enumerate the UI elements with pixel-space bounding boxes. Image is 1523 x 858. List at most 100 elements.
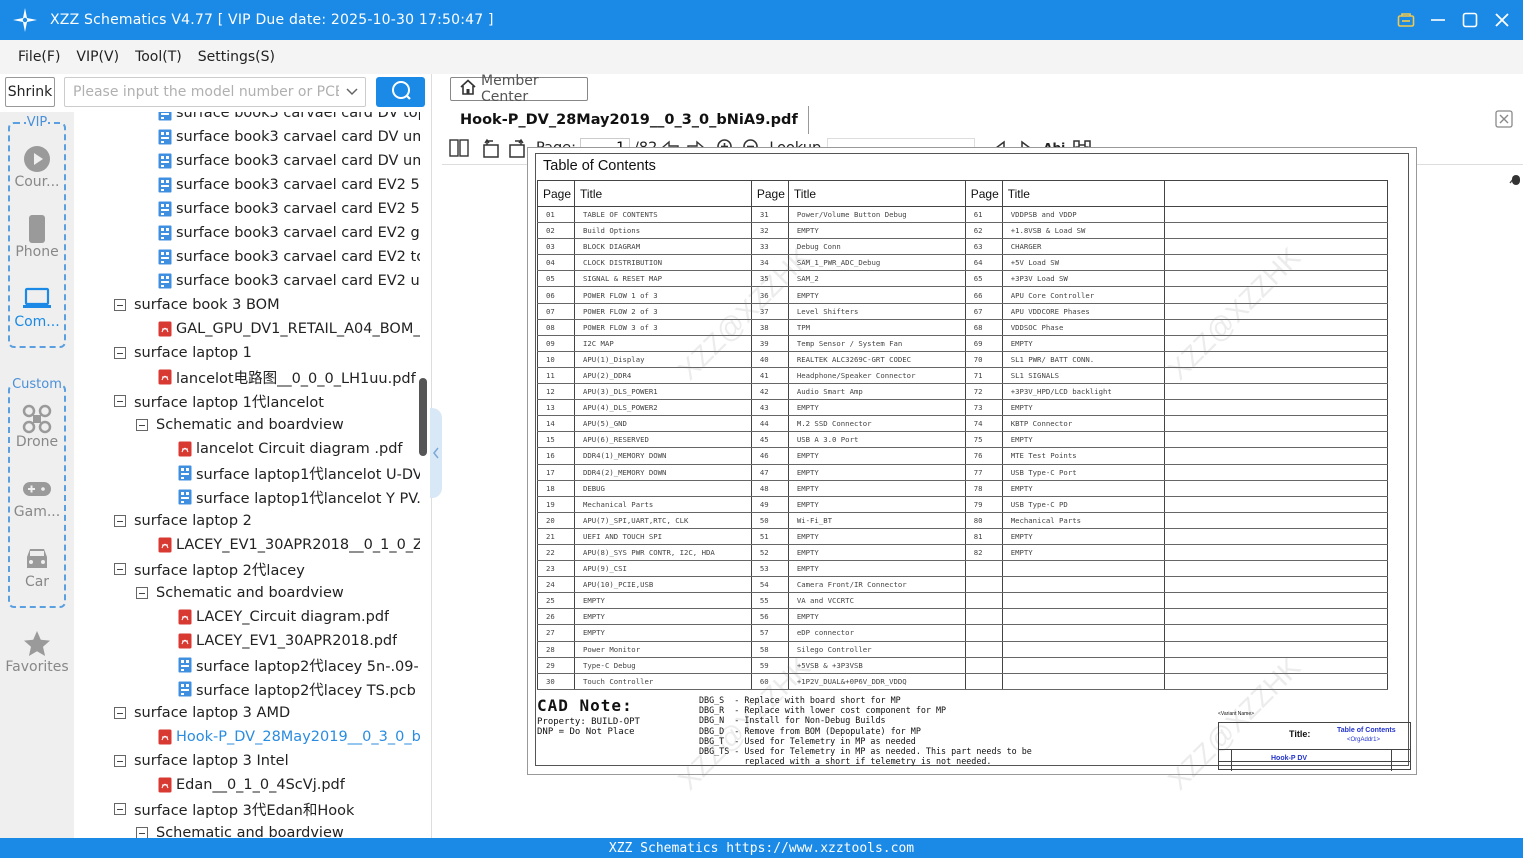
- toc-title-cell: BLOCK DIAGRAM: [573, 238, 752, 256]
- tree-file[interactable]: surface book3 carvael card DV uma_: [158, 149, 420, 173]
- maximize-button[interactable]: [1457, 7, 1483, 33]
- tree-file[interactable]: surface laptop2代lacey TS.pcb: [178, 677, 420, 701]
- category-drone[interactable]: Drone: [0, 404, 74, 450]
- phone-icon: [0, 214, 74, 244]
- tree-item-label: Edan__0_1_0_4ScVj.pdf: [176, 777, 345, 793]
- tree-file[interactable]: LACEY_EV1_30APR2018.pdf: [178, 629, 420, 653]
- tree-folder[interactable]: Schematic and boardview: [136, 581, 420, 605]
- tree-folder[interactable]: Schematic and boardview: [136, 413, 420, 437]
- tree-file[interactable]: LACEY_EV1_30APR2018__0_1_0_ZH9: [158, 533, 420, 557]
- toc-row: 22 APU(8)_SYS PWR CONTR, I2C, HDA 52 EMPTY 8…: [537, 544, 1389, 562]
- tree-file[interactable]: surface book3 carvael card DV top_n: [158, 112, 420, 125]
- toc-title-cell: Touch Controller: [573, 673, 752, 690]
- toc-page-cell: 66: [964, 286, 1003, 304]
- toc-row: 12 APU(3)_DLS_POWER1 42 Audio Smart Amp 72 +3…: [537, 383, 1389, 401]
- vip-card-icon[interactable]: [1393, 7, 1419, 33]
- tree-folder[interactable]: surface laptop 3 AMD: [114, 701, 420, 725]
- tree-file[interactable]: surface laptop1代lancelot U-DV 1: [178, 461, 420, 485]
- toc-page-cell: [964, 673, 1003, 690]
- tree-folder[interactable]: surface book 3 BOM: [114, 293, 420, 317]
- category-car[interactable]: Car: [0, 544, 74, 590]
- tree-file[interactable]: surface book3 carvael card EV2 top_r: [158, 245, 420, 269]
- model-search-input[interactable]: [65, 84, 339, 100]
- two-page-icon[interactable]: [448, 137, 470, 159]
- toc-title-cell: APU Core Controller: [1001, 286, 1165, 304]
- collapse-toggle-icon[interactable]: [114, 803, 126, 815]
- tree-file[interactable]: surface book3 carvael card EV2 5k-u: [158, 197, 420, 221]
- rotate-right-icon[interactable]: [506, 137, 528, 159]
- toc-page-cell: 59: [750, 657, 789, 674]
- toc-page-cell: 23: [537, 560, 575, 578]
- toc-page-cell: 29: [537, 657, 575, 674]
- tree-item-label: surface book3 carvael card DV top_n: [176, 112, 420, 121]
- collapse-toggle-icon[interactable]: [136, 827, 148, 838]
- toc-title-cell: EMPTY: [787, 464, 966, 481]
- tree-scrollbar[interactable]: [419, 378, 427, 456]
- tree-file[interactable]: surface book3 carvael card EV2 gpu_: [158, 221, 420, 245]
- tree-folder[interactable]: surface laptop 2代lacey: [114, 557, 420, 581]
- viewer-scrollbar[interactable]: [1512, 175, 1520, 185]
- category-phone[interactable]: Phone: [0, 214, 74, 260]
- category-game[interactable]: Gam...: [0, 474, 74, 520]
- tree-folder[interactable]: surface laptop 1: [114, 341, 420, 365]
- collapse-toggle-icon[interactable]: [136, 419, 148, 431]
- toc-title-cell: Power/Volume Button Debug: [787, 206, 966, 224]
- collapse-toggle-icon[interactable]: [114, 515, 126, 527]
- tree-folder[interactable]: surface laptop 3代Edan和Hook: [114, 797, 420, 821]
- tree-file[interactable]: surface book3 carvael card EV2 5k-g: [158, 173, 420, 197]
- menu-settings[interactable]: Settings(S): [198, 49, 275, 65]
- model-search-box[interactable]: [64, 77, 366, 107]
- collapse-toggle-icon[interactable]: [114, 563, 126, 575]
- menu-tool[interactable]: Tool(T): [135, 49, 182, 65]
- category-computer[interactable]: Com...: [0, 284, 74, 330]
- tree-file[interactable]: Edan__0_1_0_4ScVj.pdf: [158, 773, 420, 797]
- collapse-toggle-icon[interactable]: [114, 347, 126, 359]
- toc-page-cell: 76: [964, 447, 1003, 465]
- collapse-toggle-icon[interactable]: [114, 395, 126, 407]
- rotate-left-icon[interactable]: [480, 137, 502, 159]
- close-button[interactable]: [1489, 7, 1515, 33]
- collapse-toggle-icon[interactable]: [114, 755, 126, 767]
- tree-file[interactable]: surface laptop1代lancelot Y PV.pc: [178, 485, 420, 509]
- tree-file[interactable]: lancelot电路图__0_0_0_LH1uu.pdf: [158, 365, 420, 389]
- toc-page-cell: [1163, 303, 1389, 320]
- tree-file[interactable]: lancelot Circuit diagram .pdf: [178, 437, 420, 461]
- tree-file[interactable]: surface book3 carvael card EV2 uma: [158, 269, 420, 293]
- category-favorites[interactable]: Favorites: [0, 629, 74, 675]
- tree-file[interactable]: LACEY_Circuit diagram.pdf: [178, 605, 420, 629]
- collapse-toggle-icon[interactable]: [114, 707, 126, 719]
- collapse-toggle-icon[interactable]: [136, 587, 148, 599]
- menu-file[interactable]: File(F): [18, 49, 60, 65]
- tree-folder[interactable]: surface laptop 3 Intel: [114, 749, 420, 773]
- close-document-icon[interactable]: [1495, 110, 1513, 128]
- toc-page-cell: 69: [964, 335, 1003, 352]
- search-button[interactable]: [376, 77, 425, 107]
- toc-page-cell: 51: [750, 528, 789, 545]
- tree-item-label: surface laptop 3 AMD: [134, 705, 291, 721]
- toc-page-cell: 36: [750, 286, 789, 304]
- tree-file[interactable]: surface book3 carvael card DV uma.2: [158, 125, 420, 149]
- tree-folder[interactable]: Schematic and boardview: [136, 821, 420, 838]
- collapse-toggle-icon[interactable]: [114, 299, 126, 311]
- pdf-file-icon: [158, 321, 172, 337]
- chevron-down-icon[interactable]: [339, 87, 365, 97]
- shrink-button[interactable]: Shrink: [5, 77, 55, 107]
- toc-title-cell: EMPTY: [787, 560, 966, 578]
- tree-file[interactable]: surface laptop2代lacey 5n-.09-Eng: [178, 653, 420, 677]
- member-center-button[interactable]: Member Center: [450, 73, 588, 105]
- category-courses[interactable]: Cour...: [0, 144, 74, 190]
- pdf-file-icon: [158, 729, 172, 745]
- toc-row: 21 UEFI AND TOUCH SPI 51 EMPTY 81 EMPTY: [537, 528, 1389, 545]
- col-blank-header: [1163, 180, 1389, 207]
- pcb-file-icon: [158, 177, 172, 193]
- tree-folder[interactable]: surface laptop 2: [114, 509, 420, 533]
- panel-collapse-handle[interactable]: [430, 408, 442, 498]
- tree-file[interactable]: Hook-P_DV_28May2019__0_3_0_bNi: [158, 725, 420, 749]
- toc-page-cell: 08: [537, 319, 575, 336]
- document-tab[interactable]: Hook-P_DV_28May2019__0_3_0_bNiA9.pdf: [450, 106, 809, 134]
- tree-folder[interactable]: surface laptop 1代lancelot: [114, 389, 420, 413]
- menu-vip[interactable]: VIP(V): [76, 49, 119, 65]
- tree-file[interactable]: GAL_GPU_DV1_RETAIL_A04_BOM__1: [158, 317, 420, 341]
- minimize-button[interactable]: [1425, 7, 1451, 33]
- tree-item-label: surface laptop 3代Edan和Hook: [134, 802, 355, 819]
